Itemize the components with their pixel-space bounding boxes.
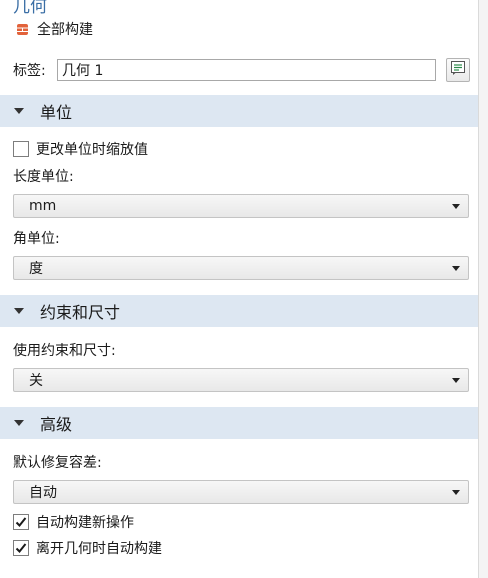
checkmark-icon <box>15 543 27 553</box>
use-constraints-label: 使用约束和尺寸: <box>13 343 116 359</box>
checkmark-icon <box>15 517 27 527</box>
panel-scroll-edge <box>478 0 488 578</box>
collapse-triangle-icon <box>14 420 24 426</box>
auto-build-on-leave-checkbox[interactable]: 离开几何时自动构建 <box>13 538 162 558</box>
selected-value: 度 <box>29 261 43 277</box>
checkbox-label: 自动构建新操作 <box>36 515 134 531</box>
collapse-triangle-icon <box>14 308 24 314</box>
label-input[interactable]: 几何 1 <box>57 59 436 81</box>
checkbox-box <box>13 514 29 530</box>
section-units[interactable]: 单位 <box>0 95 478 127</box>
build-all-button[interactable]: 全部构建 <box>16 19 93 39</box>
auto-build-new-ops-checkbox[interactable]: 自动构建新操作 <box>13 512 134 532</box>
checkbox-label: 离开几何时自动构建 <box>36 541 162 557</box>
repair-tolerance-select[interactable]: 自动 <box>13 480 469 504</box>
chevron-down-icon <box>452 377 460 383</box>
chevron-down-icon <box>452 265 460 271</box>
chevron-down-icon <box>452 489 460 495</box>
rescale-values-checkbox[interactable]: 更改单位时缩放值 <box>13 139 148 159</box>
section-advanced[interactable]: 高级 <box>0 407 478 439</box>
checkbox-box <box>13 540 29 556</box>
checkbox-box <box>13 141 29 157</box>
section-title: 单位 <box>40 103 73 122</box>
length-unit-label: 长度单位: <box>13 169 74 185</box>
selected-value: 关 <box>29 373 43 389</box>
edit-label-button[interactable] <box>446 58 470 82</box>
angle-unit-label: 角单位: <box>13 231 60 247</box>
selected-value: mm <box>29 198 57 214</box>
length-unit-select[interactable]: mm <box>13 194 469 218</box>
panel-title: 几何 <box>13 0 47 17</box>
selected-value: 自动 <box>29 485 57 501</box>
section-title: 高级 <box>40 415 73 434</box>
use-constraints-select[interactable]: 关 <box>13 368 469 392</box>
section-title: 约束和尺寸 <box>40 303 121 322</box>
angle-unit-select[interactable]: 度 <box>13 256 469 280</box>
checkbox-label: 更改单位时缩放值 <box>36 142 148 158</box>
label-field-label: 标签: <box>13 63 46 79</box>
section-constraints[interactable]: 约束和尺寸 <box>0 295 478 327</box>
collapse-triangle-icon <box>14 108 24 114</box>
repair-tolerance-label: 默认修复容差: <box>13 455 102 471</box>
build-all-label: 全部构建 <box>37 22 93 38</box>
build-all-icon <box>16 23 29 36</box>
edit-label-icon <box>450 60 466 80</box>
chevron-down-icon <box>452 203 460 209</box>
